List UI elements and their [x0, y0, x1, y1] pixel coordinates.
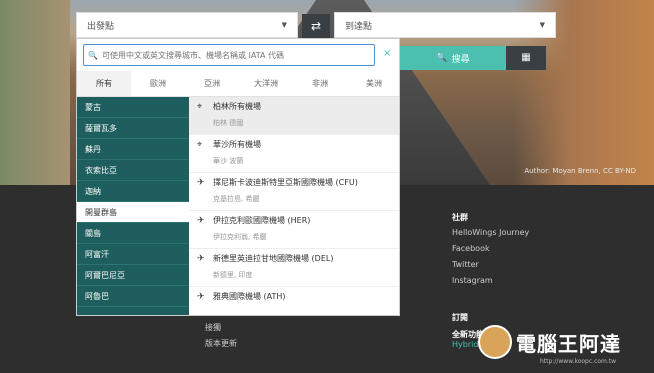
- pin-icon: ⌖: [197, 102, 203, 112]
- country-item[interactable]: 蘇丹: [77, 139, 189, 160]
- footer-link-version[interactable]: 版本更新: [205, 338, 237, 349]
- airport-location: 華沙 波蘭: [213, 157, 244, 165]
- country-item[interactable]: 阿爾巴尼亞: [77, 265, 189, 286]
- tab-europe[interactable]: 歐洲: [131, 71, 185, 96]
- swap-button[interactable]: ⇄: [302, 14, 330, 38]
- pin-icon: ⌖: [197, 140, 203, 150]
- search-icon: 🔍: [88, 50, 98, 60]
- subscribe-title: 訂閱: [452, 313, 468, 322]
- airport-item[interactable]: ✈ 雅典國際機場 (ATH): [189, 287, 399, 315]
- chevron-down-icon: ▼: [281, 21, 287, 29]
- airport-list: ⌖ 柏林所有機場 柏林 德國 ⌖ 華沙所有機場 華沙 波蘭 ✈ 擇尼斯卡波迪斯特…: [189, 97, 399, 315]
- airport-item[interactable]: ⌖ 柏林所有機場 柏林 德國: [189, 97, 399, 135]
- search-button[interactable]: 🔍 搜尋: [400, 46, 506, 70]
- calendar-button[interactable]: ▦: [506, 46, 546, 70]
- airport-name: 雅典國際機場 (ATH): [213, 292, 286, 301]
- airport-dropdown: 🔍 × 所有 歐洲 亞洲 大洋洲 非洲 美洲 蒙古 薩爾瓦多 蘇丹 衣索比亞 迦…: [76, 38, 400, 316]
- country-item[interactable]: 關島: [77, 223, 189, 244]
- country-list: 蒙古 薩爾瓦多 蘇丹 衣索比亞 迦納 開曼群島 關島 阿富汗 阿爾巴尼亞 阿魯巴: [77, 97, 189, 315]
- airport-location: 克基拉島, 希臘: [213, 195, 260, 203]
- plane-icon: ✈: [197, 254, 205, 264]
- airport-location: 新德里, 印度: [213, 271, 253, 279]
- chevron-down-icon: ▼: [539, 21, 545, 29]
- swap-icon: ⇄: [310, 19, 322, 33]
- airport-item[interactable]: ⌖ 華沙所有機場 華沙 波蘭: [189, 135, 399, 173]
- airport-search-box[interactable]: 🔍: [83, 44, 375, 66]
- airport-item[interactable]: ✈ 伊拉克利歐國際機場 (HER) 伊拉克利翁, 希臘: [189, 211, 399, 249]
- mascot-avatar: [478, 325, 512, 359]
- country-item[interactable]: 阿魯巴: [77, 286, 189, 307]
- airport-location: 柏林 德國: [213, 119, 244, 127]
- logo-text: 電腦王阿達: [516, 331, 621, 356]
- airport-search-input[interactable]: [101, 50, 362, 60]
- airport-item[interactable]: ✈ 擇尼斯卡波迪斯特里亞斯國際機場 (CFU) 克基拉島, 希臘: [189, 173, 399, 211]
- calendar-icon: ▦: [521, 52, 531, 63]
- country-item[interactable]: 薩爾瓦多: [77, 118, 189, 139]
- airport-name: 華沙所有機場: [213, 140, 261, 149]
- region-tabs: 所有 歐洲 亞洲 大洋洲 非洲 美洲: [77, 71, 399, 97]
- social-link-facebook[interactable]: Facebook: [452, 244, 490, 253]
- social-link-twitter[interactable]: Twitter: [452, 260, 479, 269]
- airport-location: 伊拉克利翁, 希臘: [213, 233, 267, 241]
- plane-icon: ✈: [197, 178, 205, 188]
- plane-icon: ✈: [197, 216, 205, 226]
- airport-name: 新德里英迪拉甘地國際機場 (DEL): [213, 254, 334, 263]
- airport-name: 柏林所有機場: [213, 102, 261, 111]
- search-button-label: 搜尋: [451, 54, 470, 65]
- country-item[interactable]: 迦納: [77, 181, 189, 202]
- logo-url: http://www.koopc.com.tw: [540, 358, 617, 365]
- country-item-selected[interactable]: 開曼群島: [77, 202, 189, 223]
- plane-icon: ✈: [197, 292, 205, 302]
- from-field[interactable]: 出發點 ▼: [76, 12, 298, 38]
- country-item[interactable]: 蒙古: [77, 97, 189, 118]
- social-link-instagram[interactable]: Instagram: [452, 276, 493, 285]
- tab-asia[interactable]: 亞洲: [185, 71, 239, 96]
- social-link-journey[interactable]: HelloWings Journey: [452, 228, 529, 237]
- to-field[interactable]: 到達點 ▼: [334, 12, 556, 38]
- tab-all[interactable]: 所有: [77, 71, 131, 96]
- country-item[interactable]: 衣索比亞: [77, 160, 189, 181]
- airport-name: 伊拉克利歐國際機場 (HER): [213, 216, 311, 225]
- site-logo: 電腦王阿達: [478, 322, 638, 362]
- hero-scenery-left: [0, 0, 70, 185]
- to-placeholder: 到達點: [345, 21, 373, 32]
- dropdown-search-row: 🔍 ×: [77, 39, 399, 71]
- search-icon: 🔍: [436, 53, 448, 63]
- social-title: 社群: [452, 213, 468, 222]
- tab-africa[interactable]: 非洲: [293, 71, 347, 96]
- tab-americas[interactable]: 美洲: [347, 71, 399, 96]
- close-icon[interactable]: ×: [383, 48, 391, 59]
- footer-link-contact[interactable]: 接獨: [205, 322, 221, 333]
- airport-name: 擇尼斯卡波迪斯特里亞斯國際機場 (CFU): [213, 178, 358, 187]
- subscribe-sub: Hybrid: [452, 340, 479, 349]
- from-placeholder: 出發點: [87, 21, 115, 32]
- photo-credit: Author: Moyan Brenn, CC BY-ND: [524, 167, 636, 175]
- airport-item[interactable]: ✈ 新德里英迪拉甘地國際機場 (DEL) 新德里, 印度: [189, 249, 399, 287]
- country-item[interactable]: 阿富汗: [77, 244, 189, 265]
- tab-oceania[interactable]: 大洋洲: [239, 71, 293, 96]
